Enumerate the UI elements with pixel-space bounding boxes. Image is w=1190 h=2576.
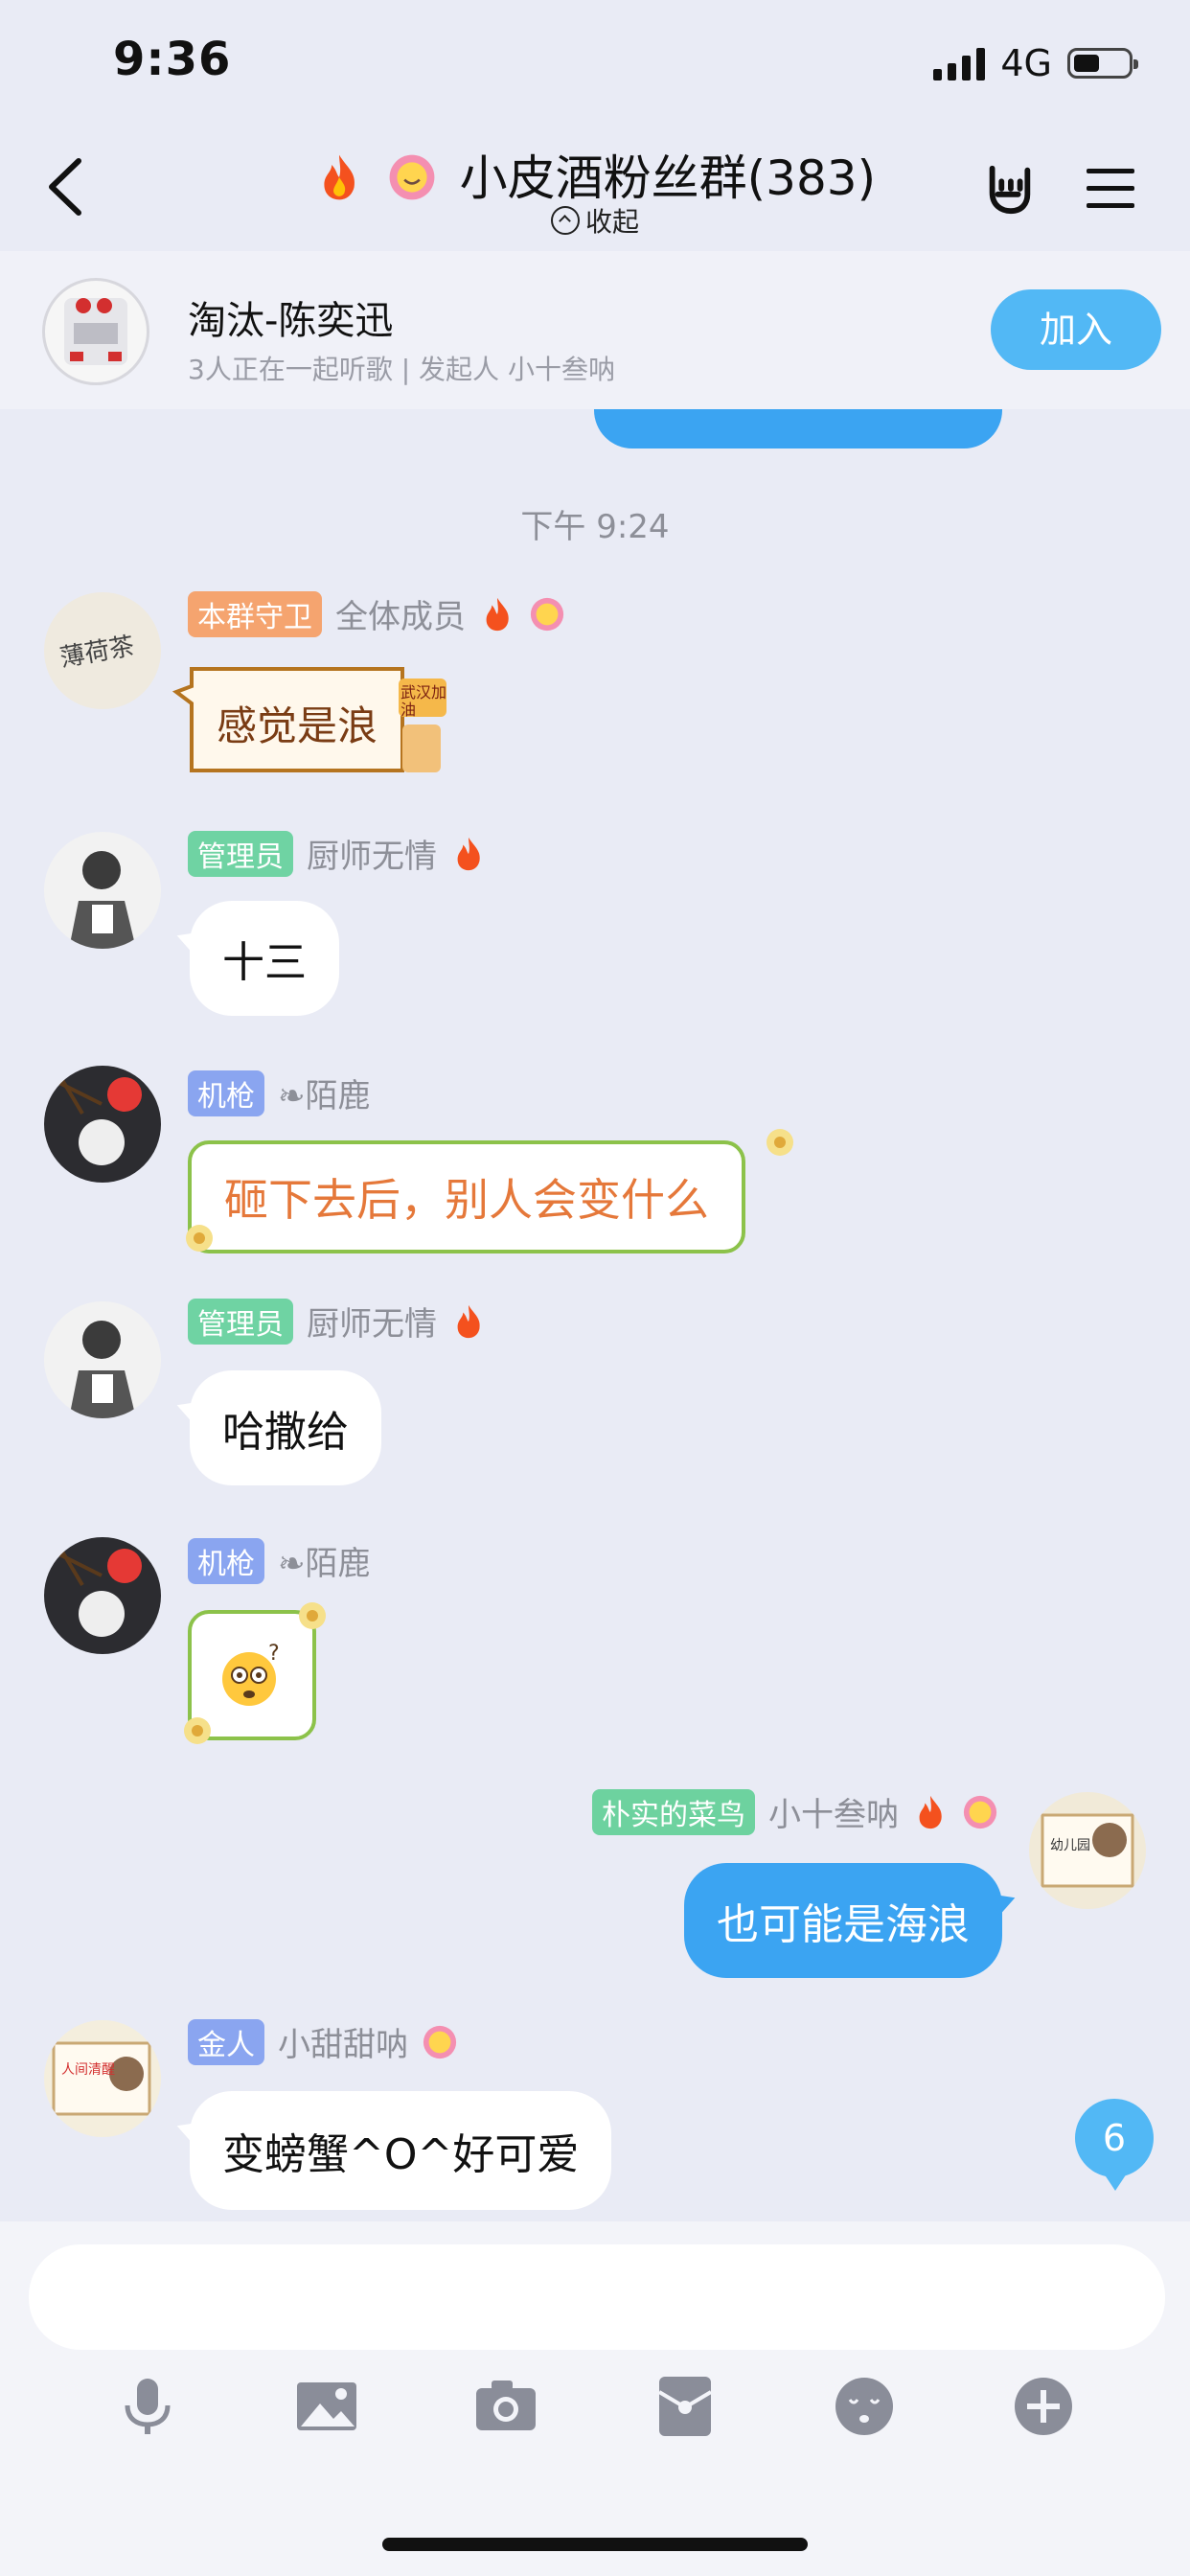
- smile-flower-icon: [963, 1795, 997, 1828]
- message-bubble[interactable]: 砸下去后，别人会变什么: [188, 1140, 745, 1254]
- member-tag: 管理员: [188, 830, 293, 877]
- avatar[interactable]: [44, 1537, 161, 1654]
- svg-text:薄荷茶: 薄荷茶: [57, 632, 136, 673]
- message-bubble[interactable]: 也可能是海浪: [684, 1863, 1002, 1978]
- home-indicator[interactable]: [382, 2538, 808, 2551]
- sender-name[interactable]: 全体成员: [335, 590, 466, 637]
- fire-icon: [486, 597, 509, 631]
- input-toolbar: [0, 2373, 1190, 2450]
- song-cover: [42, 278, 149, 385]
- sender-name[interactable]: 厨师无情: [307, 1298, 437, 1345]
- fire-icon: [457, 1304, 480, 1338]
- message-meta: 管理员 厨师无情: [188, 1298, 487, 1345]
- avatar[interactable]: 薄荷茶: [44, 592, 161, 709]
- svg-text:?: ?: [268, 1643, 280, 1666]
- flower-icon: [299, 1602, 326, 1629]
- svg-text:幼儿园: 幼儿园: [1050, 1838, 1090, 1853]
- battery-icon: [1067, 48, 1138, 79]
- message-meta: 机枪 ❧陌鹿: [188, 1537, 371, 1584]
- rock-hand-icon[interactable]: [981, 161, 1037, 217]
- red-packet-icon[interactable]: [652, 2373, 719, 2440]
- collapse-label: 收起: [584, 206, 639, 238]
- emoji-icon[interactable]: [831, 2373, 898, 2440]
- message-meta: 机枪 ❧陌鹿: [188, 1070, 371, 1116]
- sender-name[interactable]: 厨师无情: [307, 830, 437, 877]
- message-input[interactable]: [29, 2244, 1165, 2350]
- svg-text:人间清醒: 人间清醒: [61, 2062, 115, 2078]
- member-tag: 机枪: [188, 1537, 264, 1584]
- message-bubble[interactable]: 变螃蟹^O^好可爱: [190, 2091, 612, 2210]
- sticker-text: 感觉是浪: [217, 702, 378, 749]
- song-title: 淘汰-陈奕迅: [188, 299, 394, 343]
- camera-icon[interactable]: [472, 2373, 539, 2440]
- sticker-badge: 武汉加油: [400, 683, 447, 719]
- avatar[interactable]: 人间清醒: [44, 2020, 161, 2137]
- microphone-icon[interactable]: [114, 2373, 181, 2440]
- image-icon[interactable]: [293, 2373, 360, 2440]
- flower-icon: [767, 1129, 793, 1156]
- join-button[interactable]: 加入: [991, 289, 1161, 370]
- message-meta: 朴实的菜鸟 小十叁呐: [592, 1788, 998, 1835]
- sender-name[interactable]: ❧陌鹿: [278, 1070, 371, 1116]
- plus-icon[interactable]: [1010, 2373, 1077, 2440]
- signal-icon: [933, 46, 986, 80]
- message-bubble[interactable]: 哈撒给: [190, 1370, 381, 1485]
- status-indicators: 4G: [933, 42, 1138, 84]
- member-tag: 本群守卫: [188, 590, 322, 637]
- fire-icon: [324, 154, 355, 200]
- member-tag: 朴实的菜鸟: [592, 1788, 755, 1835]
- status-time: 9:36: [113, 33, 232, 86]
- network-type: 4G: [1000, 42, 1052, 84]
- fire-icon: [457, 837, 480, 870]
- chevron-up-icon: [550, 206, 580, 235]
- member-tag: 金人: [188, 2018, 264, 2065]
- avatar[interactable]: [44, 832, 161, 949]
- time-divider: 下午 9:24: [520, 508, 670, 546]
- member-tag: 机枪: [188, 1070, 264, 1116]
- avatar[interactable]: 幼儿园: [1029, 1792, 1146, 1909]
- confused-face-icon: ?: [222, 1643, 280, 1706]
- sticker-message[interactable]: 感觉是浪 武汉加油: [172, 657, 464, 782]
- flower-icon: [184, 1717, 211, 1744]
- message-bubble[interactable]: 十三: [190, 901, 339, 1016]
- sender-name[interactable]: ❧陌鹿: [278, 1537, 371, 1584]
- listen-subtitle: 3人正在一起听歌 | 发起人 小十叁呐: [188, 354, 615, 385]
- fire-icon: [919, 1795, 942, 1828]
- flower-icon: [186, 1225, 213, 1252]
- message-meta: 金人 小甜甜呐: [188, 2018, 458, 2065]
- sender-name[interactable]: 小甜甜呐: [278, 2018, 408, 2065]
- smile-flower-icon: [530, 597, 564, 631]
- avatar[interactable]: [44, 1066, 161, 1183]
- smile-flower-icon: [423, 2025, 457, 2058]
- member-tag: 管理员: [188, 1298, 293, 1345]
- avatar[interactable]: [44, 1301, 161, 1418]
- message-meta: 管理员 厨师无情: [188, 830, 487, 877]
- smile-flower-icon: [389, 154, 435, 200]
- menu-icon[interactable]: [1085, 165, 1136, 211]
- unread-count-badge[interactable]: 6: [1075, 2099, 1154, 2191]
- chat-title: 小皮酒粉丝群(383): [459, 150, 877, 206]
- sender-name[interactable]: 小十叁呐: [768, 1788, 899, 1835]
- message-meta: 本群守卫 全体成员: [188, 590, 565, 637]
